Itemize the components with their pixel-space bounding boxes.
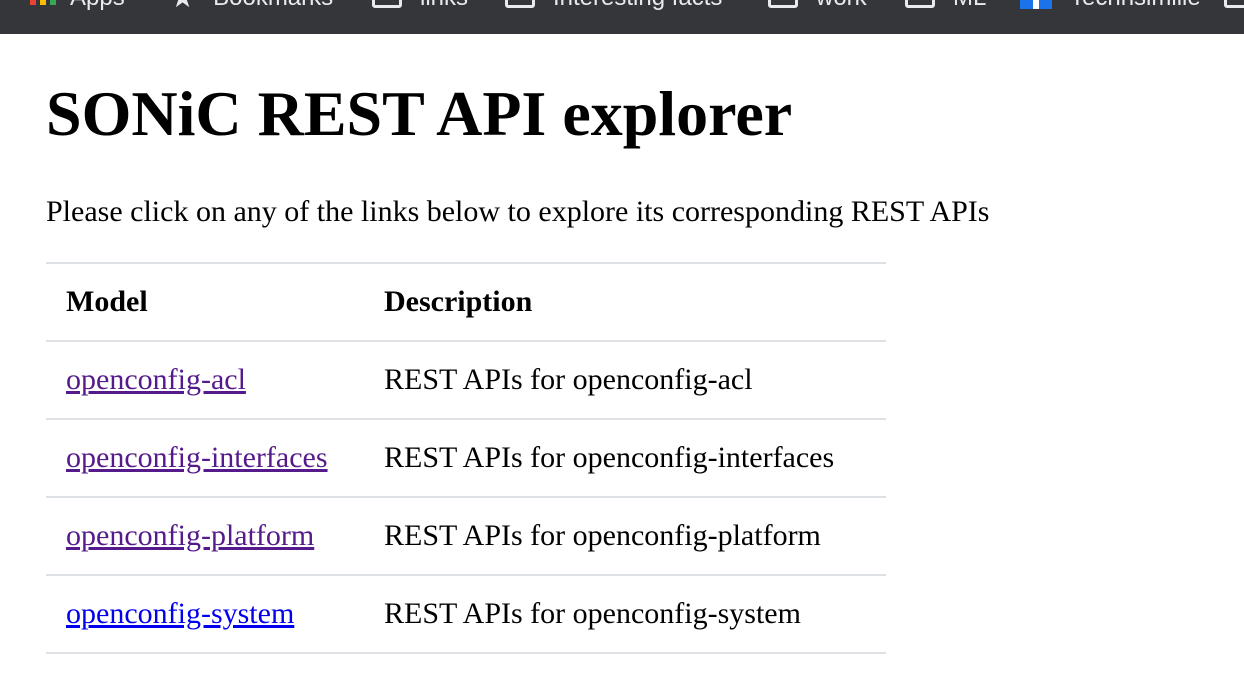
table-header-row: Model Description: [46, 262, 886, 341]
table-row: openconfig-acl REST APIs for openconfig-…: [46, 340, 886, 419]
bookmarks-bar: Apps ★ Bookmarks links Interesting facts…: [0, 0, 1244, 34]
bookmark-folder-links[interactable]: links: [372, 0, 468, 12]
bookmark-folder-overflow[interactable]: [1224, 0, 1244, 10]
table-row: openconfig-interfaces REST APIs for open…: [46, 418, 886, 497]
model-cell: openconfig-system: [46, 574, 364, 654]
bookmark-label: work: [816, 0, 867, 12]
bookmark-label: ML: [953, 0, 986, 12]
bookmark-apps[interactable]: Apps: [30, 0, 125, 12]
table-row: openconfig-platform REST APIs for openco…: [46, 496, 886, 575]
model-cell: openconfig-platform: [46, 496, 364, 575]
folder-icon: [905, 0, 935, 8]
page-title: SONiC REST API explorer: [46, 78, 793, 149]
bookmark-label: Bookmarks: [213, 0, 333, 12]
bookmark-folder-work[interactable]: work: [768, 0, 867, 12]
description-cell: REST APIs for openconfig-acl: [364, 340, 886, 419]
star-icon: ★: [170, 0, 195, 12]
bookmark-label: Apps: [70, 0, 125, 12]
bookmark-folder-interesting-facts[interactable]: Interesting facts: [505, 0, 722, 12]
folder-icon: [372, 0, 402, 8]
model-cell: openconfig-acl: [46, 340, 364, 419]
model-link-openconfig-system[interactable]: openconfig-system: [66, 597, 294, 630]
description-cell: REST APIs for openconfig-platform: [364, 496, 886, 575]
bookmark-label: links: [420, 0, 468, 12]
folder-icon: [505, 0, 535, 8]
model-link-openconfig-acl[interactable]: openconfig-acl: [66, 363, 246, 396]
bookmark-technimile[interactable]: Technsimilie: [1020, 0, 1201, 12]
folder-icon: [768, 0, 798, 8]
column-header-model: Model: [46, 262, 364, 341]
description-cell: REST APIs for openconfig-system: [364, 574, 886, 654]
site-favicon-icon: [1020, 0, 1052, 9]
apps-grid-icon: [30, 0, 56, 5]
description-cell: REST APIs for openconfig-interfaces: [364, 418, 886, 497]
bookmark-label: Technsimilie: [1070, 0, 1201, 12]
api-models-table: Model Description openconfig-acl REST AP…: [46, 262, 886, 654]
model-link-openconfig-platform[interactable]: openconfig-platform: [66, 519, 314, 552]
bookmark-label: Interesting facts: [553, 0, 722, 12]
column-header-description: Description: [364, 262, 886, 341]
folder-icon: [1224, 0, 1244, 8]
model-link-openconfig-interfaces[interactable]: openconfig-interfaces: [66, 441, 328, 474]
model-cell: openconfig-interfaces: [46, 418, 364, 497]
table-row: openconfig-system REST APIs for openconf…: [46, 574, 886, 654]
bookmark-bookmarks[interactable]: ★ Bookmarks: [170, 0, 333, 12]
bookmark-folder-ml[interactable]: ML: [905, 0, 986, 12]
intro-text: Please click on any of the links below t…: [46, 195, 990, 228]
